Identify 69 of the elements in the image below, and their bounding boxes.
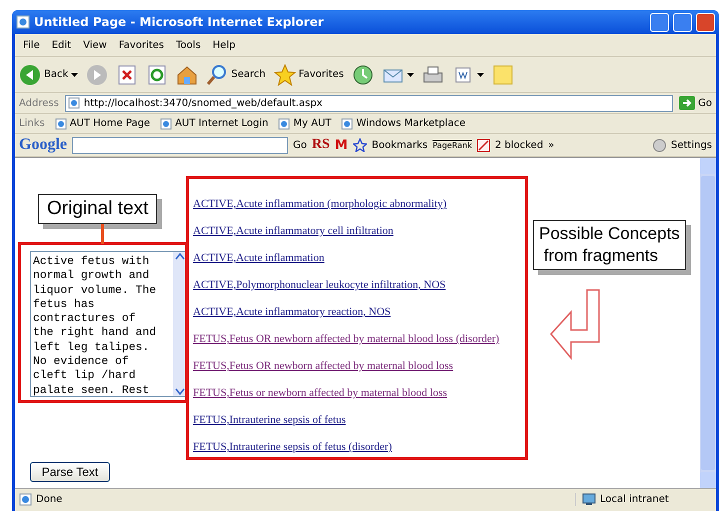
star-icon[interactable]: [274, 64, 296, 86]
concept-link[interactable]: ACTIVE,Acute inflammatory cell infiltration: [193, 218, 394, 245]
go-button[interactable]: Go: [698, 98, 712, 108]
maximize-button[interactable]: [673, 12, 692, 32]
concept-link[interactable]: ACTIVE,Polymorphonuclear leukocyte infiltration, NOS: [193, 272, 446, 299]
caret-icon[interactable]: [406, 72, 414, 76]
block-icon[interactable]: [476, 138, 490, 152]
scrollbar[interactable]: [700, 158, 716, 488]
pagerank-button[interactable]: PageRank: [432, 140, 472, 150]
toolbar-button[interactable]: RS: [312, 137, 330, 153]
scroll-up-icon[interactable]: [175, 252, 185, 260]
stop-icon[interactable]: [116, 64, 138, 86]
toolbar-label[interactable]: Back: [44, 69, 68, 80]
search-icon[interactable]: [206, 64, 228, 86]
caret-icon[interactable]: [71, 72, 78, 76]
text-area[interactable]: Active fetus with normal growth and liquor volume. The fetus has contractures of the right hand and left leg talipes. No evidence of cleft lip /hard palate seen. Rest: [30, 251, 188, 397]
page-icon: [54, 118, 67, 130]
concept-link[interactable]: FETUS,Intrauterine sepsis of fetus (disorder): [193, 434, 392, 461]
page-icon: [16, 15, 30, 29]
toolbar-label[interactable]: Favorites: [298, 69, 344, 80]
settings-menu[interactable]: Settings: [670, 140, 712, 150]
close-button[interactable]: [696, 12, 715, 32]
scroll-down-icon[interactable]: [175, 388, 185, 396]
star-icon[interactable]: [352, 138, 367, 152]
refresh-icon[interactable]: [146, 64, 168, 86]
menu-item[interactable]: Tools: [176, 40, 201, 50]
concept-link[interactable]: FETUS,Intrauterine sepsis of fetus: [193, 407, 346, 434]
page-icon: [160, 118, 172, 130]
concept-link[interactable]: FETUS,Fetus OR newborn affected by maternal blood loss: [193, 353, 454, 380]
menu-item[interactable]: Edit: [52, 40, 72, 50]
window-title: Untitled Page - Microsoft Internet Explorer: [34, 15, 325, 29]
address-label: Address: [19, 98, 59, 108]
menu-item[interactable]: Help: [212, 40, 236, 50]
toolbar-button[interactable]: M: [334, 138, 348, 152]
circle-icon: [652, 138, 666, 152]
go-button[interactable]: Go: [293, 140, 307, 150]
concept-link[interactable]: FETUS,Fetus or newborn affected by maternal blood loss: [193, 380, 447, 407]
link-item[interactable]: My AUT: [293, 118, 332, 129]
page-icon: [19, 492, 32, 506]
minimize-button[interactable]: [650, 12, 669, 32]
links-label: Links: [19, 118, 45, 129]
google-logo: Google: [19, 136, 67, 154]
page-icon: [278, 118, 290, 130]
address-field[interactable]: http://localhost:3470/snomed_web/default.aspx: [64, 94, 674, 112]
status-text: Done: [36, 494, 62, 504]
clock-icon[interactable]: [352, 64, 374, 86]
concept-link[interactable]: ACTIVE,Acute inflammation (morphologic abnormality): [193, 191, 447, 218]
leader-line: [101, 224, 104, 244]
house-icon[interactable]: [176, 64, 198, 86]
menu-item[interactable]: File: [23, 40, 40, 50]
bookmarks-menu[interactable]: Bookmarks: [372, 140, 428, 150]
parse-text-button[interactable]: Parse Text: [30, 462, 110, 482]
caret-icon[interactable]: [476, 72, 484, 76]
page-icon: [68, 97, 80, 109]
menu-item[interactable]: View: [83, 40, 107, 50]
more-button[interactable]: »: [548, 140, 554, 150]
link-item[interactable]: Windows Marketplace: [356, 118, 466, 129]
link-item[interactable]: AUT Home Page: [70, 118, 150, 129]
blocked-popups-button[interactable]: 2 blocked: [494, 140, 544, 150]
google-search-field[interactable]: [72, 136, 288, 154]
concept-link[interactable]: ACTIVE,Acute inflammation: [193, 245, 324, 272]
menu-item[interactable]: Favorites: [118, 40, 164, 50]
printer-icon[interactable]: [422, 64, 444, 86]
page-icon: [341, 118, 354, 130]
zone-text: Local intranet: [600, 494, 669, 504]
toolbar-label[interactable]: Search: [231, 69, 266, 80]
concept-link[interactable]: ACTIVE,Acute inflammatory reaction, NOS: [193, 299, 391, 326]
link-item[interactable]: AUT Internet Login: [175, 118, 268, 129]
concept-link[interactable]: FETUS,Fetus OR newborn affected by maternal blood loss (disorder): [193, 326, 500, 353]
